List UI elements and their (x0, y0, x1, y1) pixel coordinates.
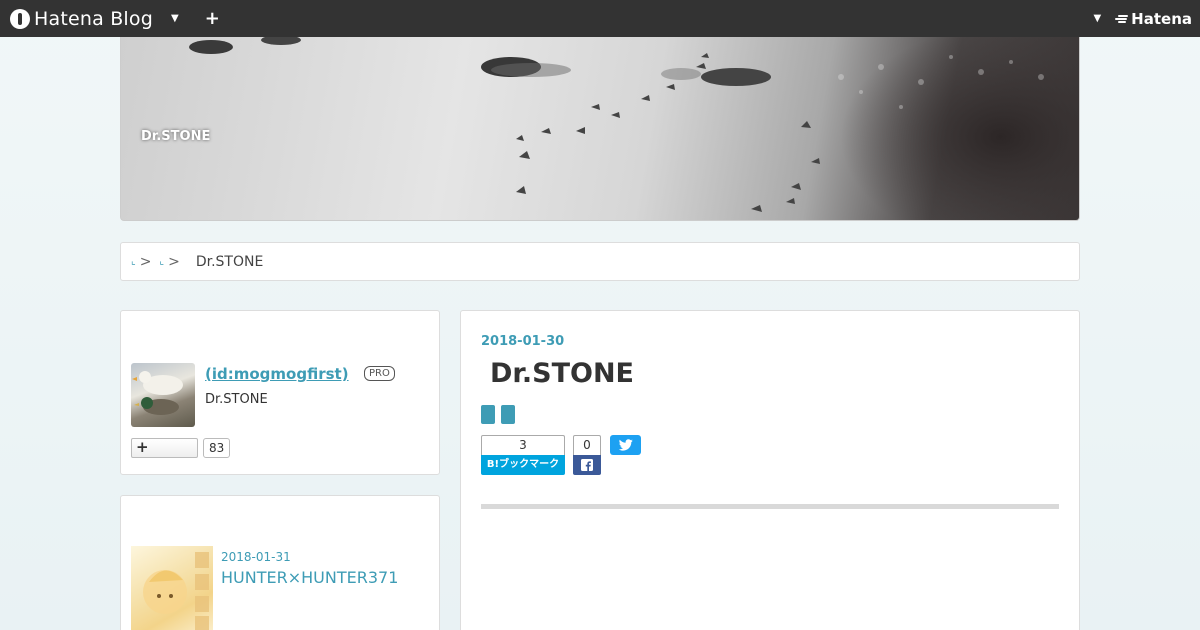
follower-count: 83 (203, 438, 231, 458)
top-bar: Hatena Blog ▼ + ▼ Hatena (0, 0, 1200, 37)
breadcrumb-separator: > (139, 253, 152, 270)
avatar[interactable] (131, 363, 195, 427)
follow-button[interactable]: + (131, 438, 198, 458)
breadcrumb-link-category[interactable]: ⌞ (159, 256, 164, 267)
breadcrumb-link-top[interactable]: ⌞ (131, 256, 136, 267)
breadcrumb: ⌞ > ⌞ > Dr.STONE (120, 242, 1080, 281)
hatena-bookmark-button[interactable]: 3 B!ブックマーク (481, 435, 565, 475)
account-menu-chevron-icon[interactable]: ▼ (1093, 13, 1101, 24)
hatena-blog-logo[interactable]: Hatena Blog (10, 0, 153, 37)
category-tag[interactable] (501, 405, 515, 424)
twitter-share-button[interactable] (610, 435, 641, 455)
snow-footprints-image (189, 37, 1079, 220)
breadcrumb-current: Dr.STONE (195, 253, 264, 270)
blog-title[interactable]: Dr.STONE (141, 129, 210, 144)
hatena-bookmark-label: B!ブックマーク (481, 455, 565, 475)
recent-entries-module: 2018-01-31 HUNTER×HUNTER371 (120, 495, 440, 630)
breadcrumb-separator: > (168, 253, 180, 270)
article: 2018-01-30 Dr.STONE 3 B!ブックマーク 0 (460, 310, 1080, 630)
brand-name: Hatena Blog (34, 7, 153, 30)
pro-badge: PRO (364, 366, 395, 381)
facebook-icon (573, 455, 601, 475)
duck-image (132, 371, 183, 415)
article-date[interactable]: 2018-01-30 (481, 334, 564, 349)
top-bar-right: ▼ Hatena (1093, 0, 1192, 37)
profile-id-link[interactable]: (id:mogmogfirst) (205, 365, 349, 383)
article-divider (481, 504, 1059, 509)
recent-entry-thumbnail[interactable] (131, 546, 213, 630)
profile-description: Dr.STONE (205, 392, 268, 407)
profile-module: (id:mogmogfirst) PRO Dr.STONE + 83 (120, 310, 440, 475)
chevron-down-icon[interactable]: ▼ (171, 13, 179, 24)
recent-entry-title[interactable]: HUNTER×HUNTER371 (221, 568, 398, 587)
article-categories (481, 405, 515, 424)
plus-icon: + (136, 438, 149, 456)
hatena-logo[interactable]: Hatena (1115, 10, 1192, 28)
recent-entry-date: 2018-01-31 (221, 550, 291, 564)
hatena-logo-text: Hatena (1131, 9, 1192, 28)
category-tag[interactable] (481, 405, 495, 424)
share-buttons: 3 B!ブックマーク 0 (481, 435, 641, 475)
manga-cover-image (143, 552, 209, 630)
facebook-share-button[interactable]: 0 (573, 435, 601, 475)
facebook-share-count: 0 (573, 435, 601, 455)
blog-header-image[interactable]: Dr.STONE (120, 37, 1080, 221)
plus-icon[interactable]: + (205, 8, 220, 29)
twitter-icon (618, 439, 633, 451)
article-title[interactable]: Dr.STONE (490, 358, 634, 389)
hatena-blog-icon (10, 8, 30, 29)
hatena-mark-icon (1115, 14, 1129, 24)
hatena-bookmark-count: 3 (481, 435, 565, 455)
